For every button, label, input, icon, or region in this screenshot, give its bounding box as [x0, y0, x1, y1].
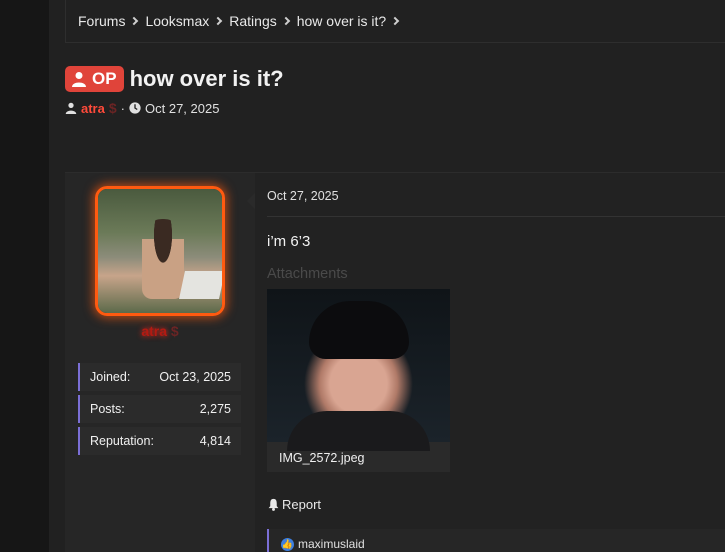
chevron-right-icon	[214, 16, 223, 26]
user-icon	[72, 72, 86, 87]
clock-icon	[129, 102, 141, 114]
post-user-column: atra $ Joined: Oct 23, 2025 Posts: 2,275…	[65, 173, 255, 552]
thread-author-link[interactable]: atra	[81, 101, 105, 116]
breadcrumb-forums[interactable]: Forums	[78, 13, 125, 29]
attachment-filename: IMG_2572.jpeg	[279, 451, 365, 465]
post: atra $ Joined: Oct 23, 2025 Posts: 2,275…	[65, 172, 725, 552]
chevron-right-icon	[390, 16, 400, 26]
page: Forums Looksmax Ratings how over is it? …	[49, 0, 725, 552]
avatar-image	[98, 189, 222, 313]
avatar[interactable]	[95, 186, 225, 316]
meta-separator: ·	[120, 100, 125, 116]
post-content: i’m 6’3	[267, 233, 311, 250]
breadcrumb: Forums Looksmax Ratings how over is it?	[65, 0, 725, 43]
thread-date-link[interactable]: Oct 27, 2025	[145, 101, 219, 116]
report-button[interactable]: Report	[267, 497, 321, 512]
post-author-link[interactable]: atra	[141, 323, 167, 339]
left-gutter	[0, 0, 49, 552]
thread-title-row: OP how over is it?	[65, 66, 284, 92]
post-body: Oct 27, 2025 i’m 6’3 Attachments IMG_257…	[247, 173, 725, 552]
post-date-link[interactable]: Oct 27, 2025	[267, 189, 339, 203]
reaction-bar: 👍 maximuslaid	[267, 529, 725, 552]
divider	[267, 216, 725, 217]
breadcrumb-ratings[interactable]: Ratings	[229, 13, 276, 29]
bell-icon	[268, 498, 279, 511]
stat-reputation: Reputation: 4,814	[78, 427, 241, 455]
reaction-user-link[interactable]: maximuslaid	[298, 537, 365, 551]
report-label: Report	[282, 497, 322, 512]
stat-joined: Joined: Oct 23, 2025	[78, 363, 241, 391]
op-badge: OP	[65, 66, 124, 92]
breadcrumb-thread[interactable]: how over is it?	[297, 13, 386, 29]
user-stats: Joined: Oct 23, 2025 Posts: 2,275 Reputa…	[78, 363, 241, 459]
post-arrow	[247, 193, 255, 209]
attachment-image	[267, 289, 450, 451]
user-icon	[65, 102, 77, 114]
op-badge-label: OP	[92, 69, 117, 88]
chevron-right-icon	[281, 16, 290, 26]
attachments-heading: Attachments	[267, 266, 348, 282]
breadcrumb-looksmax[interactable]: Looksmax	[145, 13, 209, 29]
page-title: how over is it?	[129, 66, 284, 91]
author-suffix: $	[170, 323, 179, 339]
chevron-right-icon	[130, 16, 139, 26]
stat-posts: Posts: 2,275	[78, 395, 241, 423]
attachment-thumbnail[interactable]: IMG_2572.jpeg	[267, 289, 450, 472]
author-suffix: $	[108, 100, 117, 116]
post-username: atra $	[65, 323, 255, 339]
thread-meta: atra $ · Oct 27, 2025	[65, 100, 219, 116]
like-icon: 👍	[281, 537, 294, 551]
